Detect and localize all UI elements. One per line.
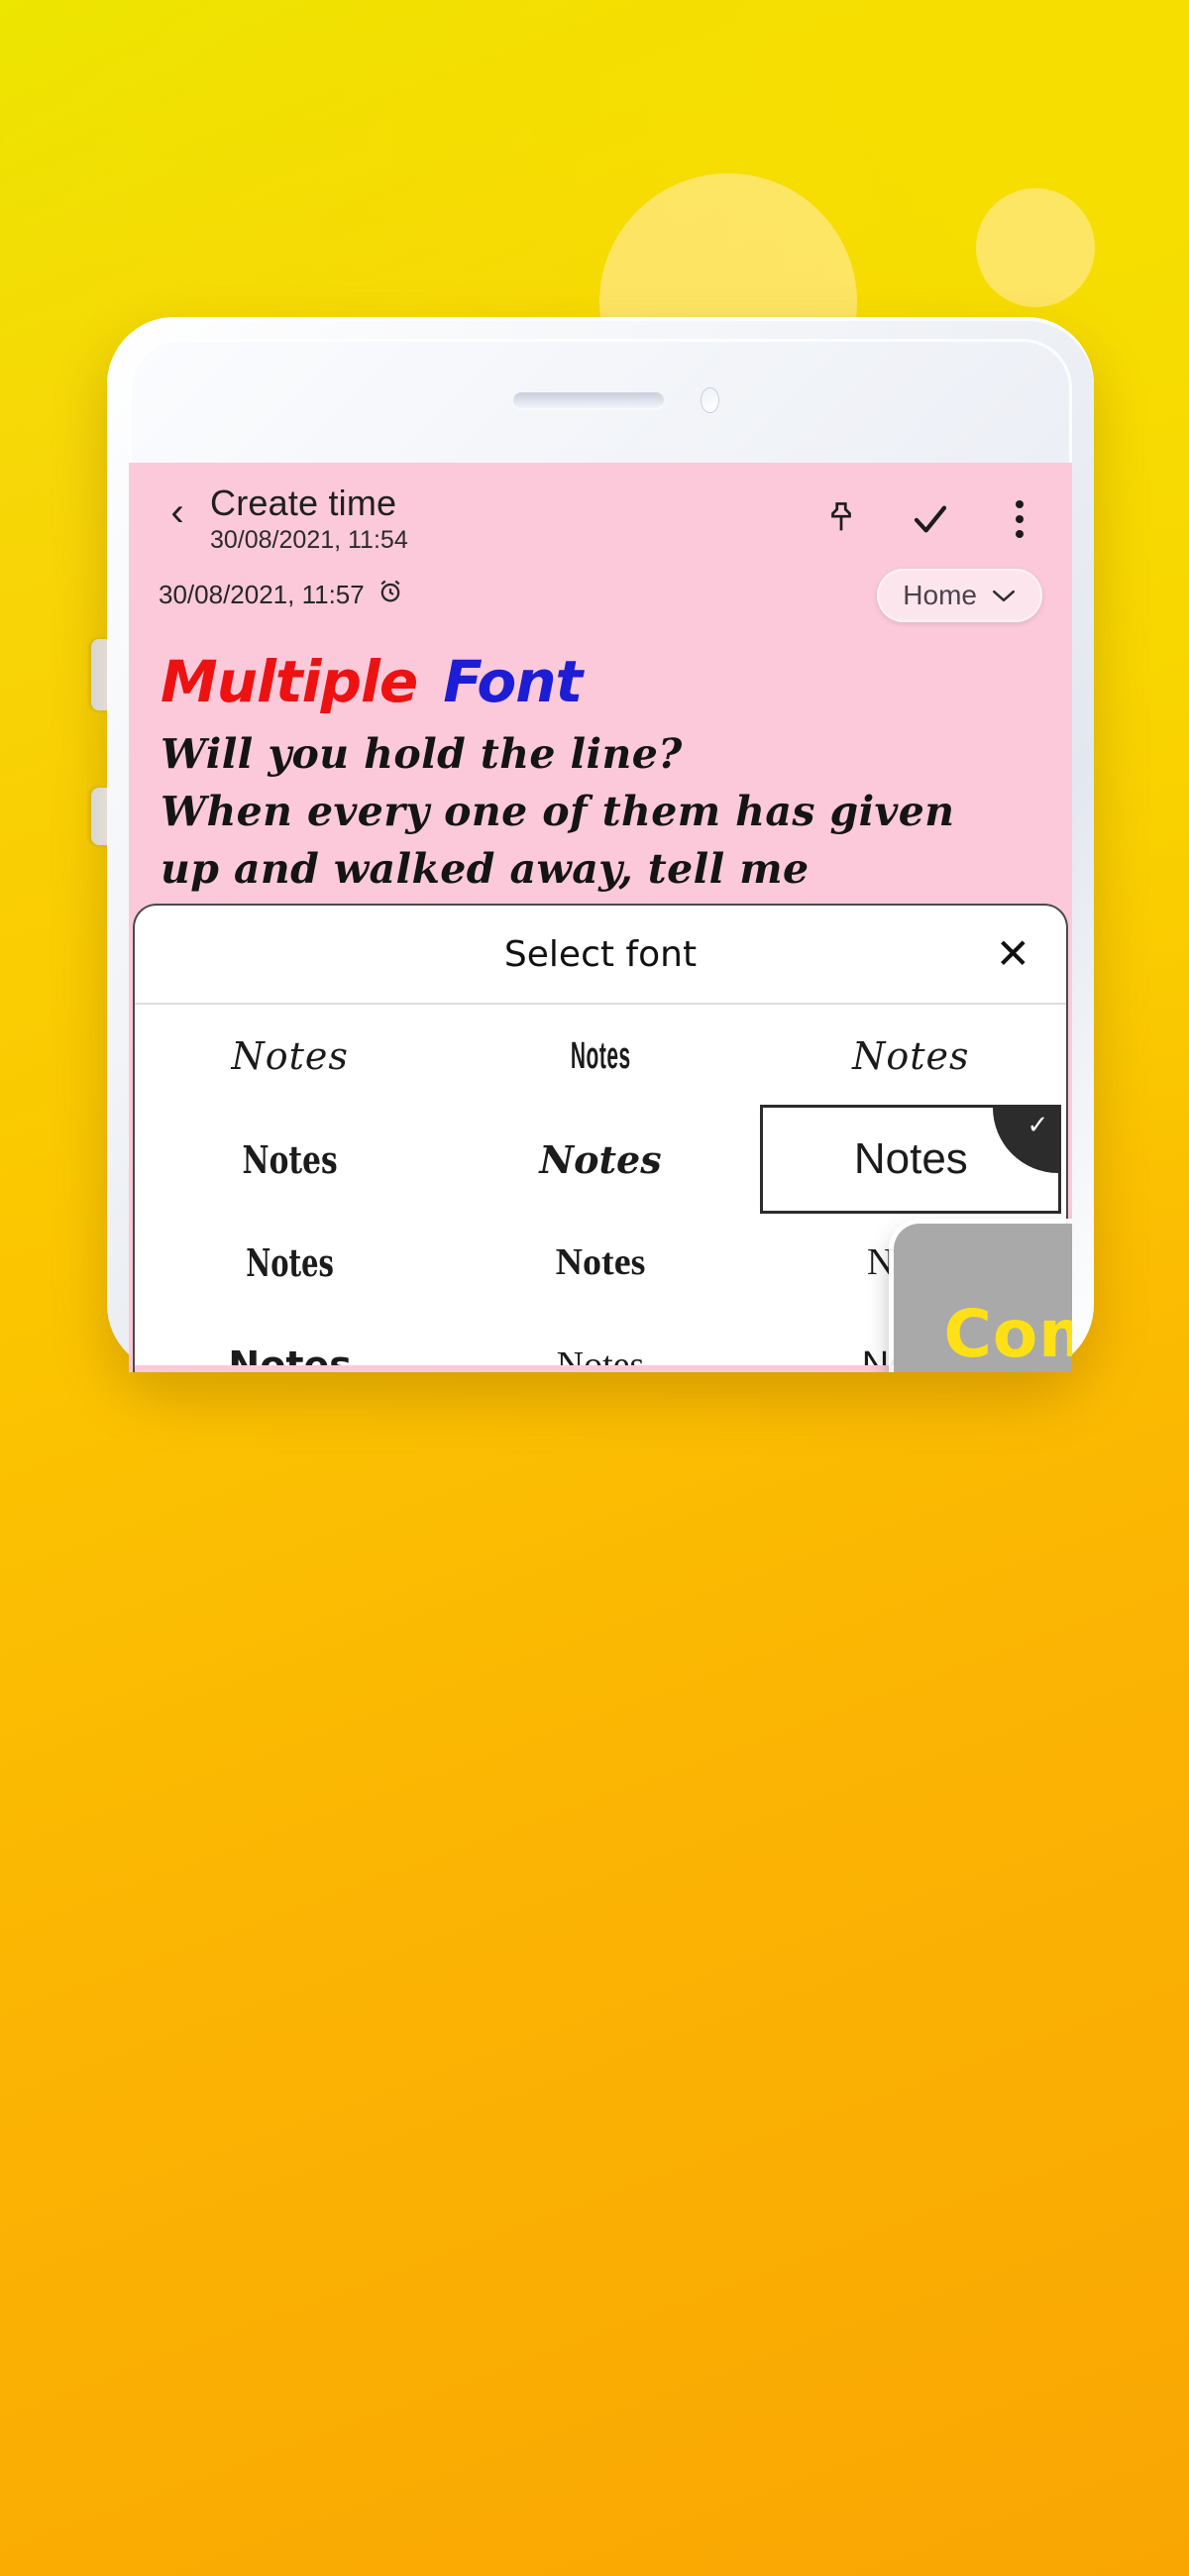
font-option-label: Notes [246, 1239, 335, 1285]
app-bar: ‹ Create time 30/08/2021, 11:54 [129, 463, 1072, 565]
check-icon: ✓ [1027, 1110, 1049, 1139]
phone-top-bezel [129, 339, 1072, 463]
font-option-2[interactable]: Notes [756, 1005, 1066, 1108]
create-time-text: 30/08/2021, 11:54 [210, 525, 408, 554]
font-option-1[interactable]: Notes [445, 1005, 755, 1108]
font-option-label: Notes [242, 1136, 338, 1182]
chevron-down-icon [991, 580, 1017, 611]
font-option-label: Notes [570, 1034, 631, 1077]
font-option-4[interactable]: Notes [445, 1108, 755, 1211]
folder-chip-label: Home [903, 579, 977, 610]
app-bar-actions [820, 498, 1046, 540]
phone-mockup: ‹ Create time 30/08/2021, 11:54 30/08/20… [107, 317, 1094, 1372]
earpiece-speaker-icon [513, 392, 664, 408]
font-option-label: Notes [556, 1344, 645, 1365]
back-button[interactable]: ‹ [155, 492, 200, 532]
note-body-line: up and walked away, tell me [161, 845, 810, 894]
select-font-sheet-header: Select font ✕ [135, 906, 1066, 1005]
overflow-menu-icon[interactable] [999, 498, 1040, 540]
page-title: Create time [210, 483, 397, 523]
front-camera-icon [702, 388, 718, 412]
note-body-line: Will you hold the line? [161, 729, 683, 778]
font-option-label: Notes [852, 1034, 970, 1078]
font-option-0[interactable]: Notes [135, 1005, 445, 1108]
modified-time-group: 30/08/2021, 11:57 [159, 578, 404, 612]
selected-corner-ribbon: ✓ [993, 1108, 1059, 1173]
app-bar-titles: Create time 30/08/2021, 11:54 [200, 484, 820, 555]
note-meta-row: 30/08/2021, 11:57 Home [129, 565, 1072, 622]
font-option-label: Notes [539, 1136, 662, 1182]
phone-screen: ‹ Create time 30/08/2021, 11:54 30/08/20… [129, 339, 1072, 1372]
note-body-line: When every one of them has given [161, 788, 955, 836]
note-editor-screen: ‹ Create time 30/08/2021, 11:54 30/08/20… [129, 463, 1072, 1372]
font-option-label: Notes [853, 1134, 968, 1183]
font-option-7[interactable]: Notes [445, 1211, 755, 1314]
font-option-6[interactable]: Notes [135, 1211, 445, 1314]
note-title[interactable]: Multiple Font [129, 622, 1072, 715]
font-option-5-selected[interactable]: ✓ Notes [756, 1105, 1066, 1214]
pin-icon[interactable] [820, 498, 862, 540]
font-option-label: Notes [228, 1343, 352, 1365]
font-sample-label: Commic [943, 1295, 1072, 1372]
font-option-10[interactable]: Notes [445, 1314, 755, 1365]
font-option-label: Notes [231, 1034, 349, 1078]
alarm-clock-icon[interactable] [377, 578, 404, 612]
note-title-word-2: Font [443, 647, 583, 715]
folder-chip[interactable]: Home [877, 568, 1042, 622]
font-option-9[interactable]: Notes [135, 1314, 445, 1365]
select-font-title: Select font [503, 933, 698, 975]
modified-time-text: 30/08/2021, 11:57 [159, 580, 365, 610]
font-option-label: Notes [555, 1241, 646, 1283]
note-title-word-1: Multiple [161, 647, 418, 715]
check-icon[interactable] [910, 498, 951, 540]
close-icon[interactable]: ✕ [996, 933, 1030, 975]
background-circle-small [976, 188, 1095, 307]
font-option-3[interactable]: Notes [135, 1108, 445, 1211]
font-sample-card-commic: Commic [894, 1224, 1072, 1372]
